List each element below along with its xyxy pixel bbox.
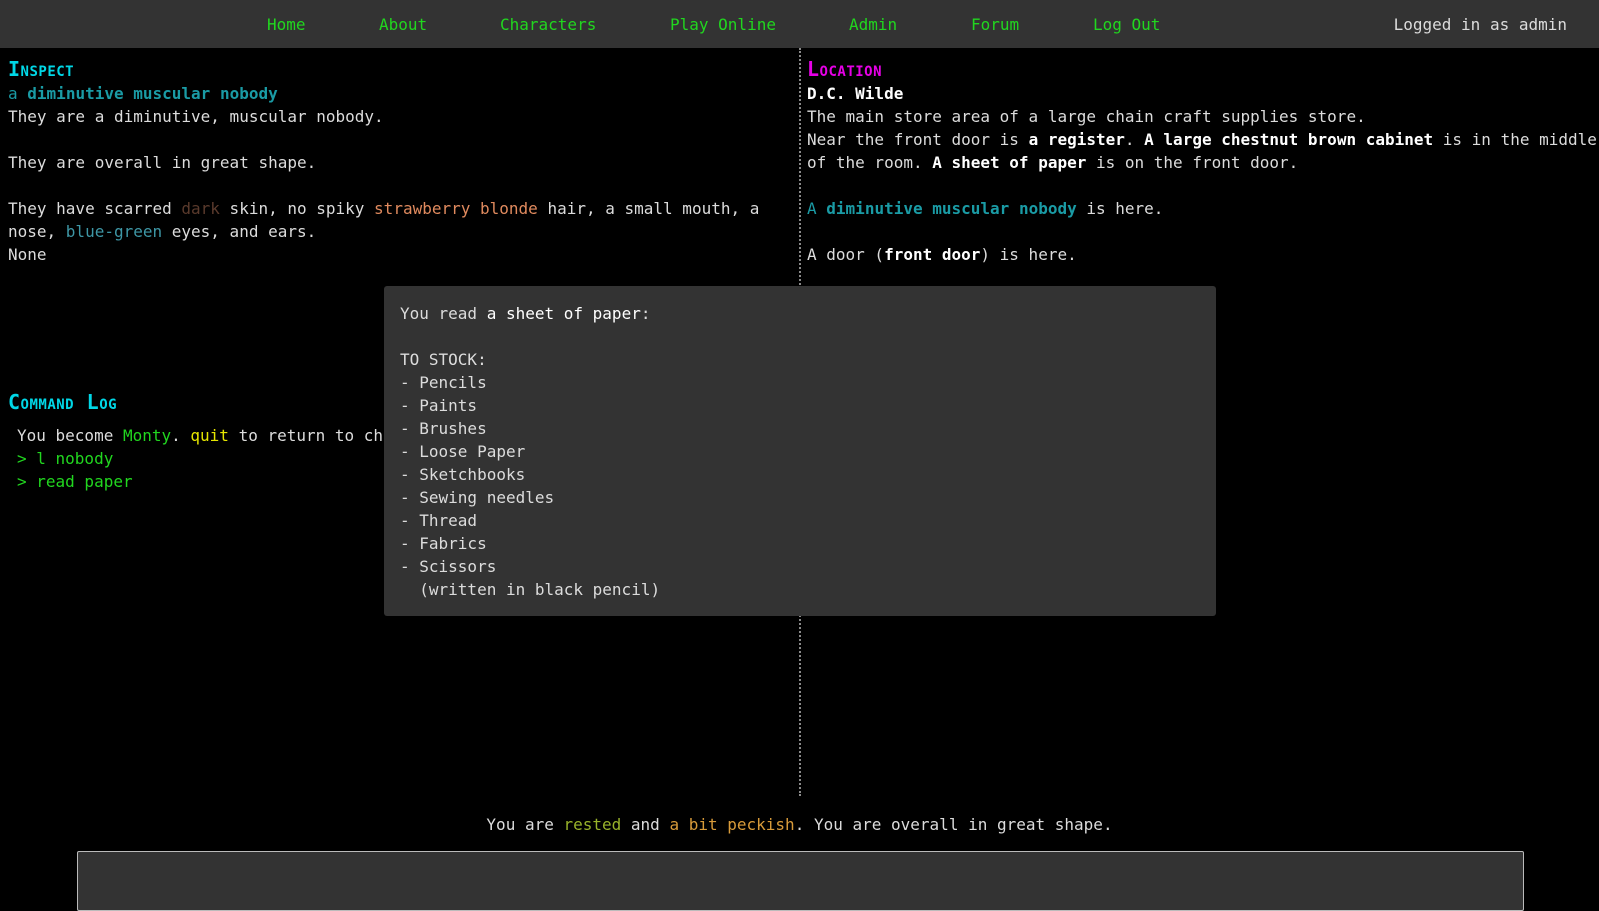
location-heading: Location [807, 57, 883, 81]
location-text: A [807, 199, 817, 218]
nav-forum-link[interactable]: Forum [971, 13, 1019, 36]
popup-object-name: a sheet of paper [486, 304, 641, 323]
location-text: . [1124, 130, 1145, 149]
popup-line: - Brushes [400, 419, 487, 438]
inspect-none-text: None [8, 245, 47, 264]
command-log: You become Monty. quit to return to ch >… [17, 424, 387, 493]
inspect-article: a [8, 84, 18, 103]
status-line: You are rested and a bit peckish. You ar… [0, 813, 1599, 836]
inspect-appearance-text: skin, no spiky [219, 199, 375, 218]
location-text: of the room. [807, 153, 933, 172]
location-panel: D.C. Wilde The main store area of a larg… [807, 82, 1597, 266]
inspect-character-name: diminutive muscular nobody [27, 84, 278, 103]
front-door-exit: front door [884, 245, 981, 264]
location-text: Near the front door is [807, 130, 1029, 149]
cabinet-object: A large chestnut brown cabinet [1144, 130, 1434, 149]
log-text: You become [17, 426, 123, 445]
popup-line: - Sketchbooks [400, 465, 526, 484]
inspect-appearance-text: They have scarred [8, 199, 182, 218]
popup-line: - Scissors [400, 557, 497, 576]
nav-characters-link[interactable]: Characters [500, 13, 596, 36]
nav-home-link[interactable]: Home [267, 13, 306, 36]
skin-color-dark: dark [181, 199, 220, 218]
log-text: to return to ch [228, 426, 384, 445]
location-text: is on the front door. [1086, 153, 1299, 172]
status-peckish: a bit peckish [669, 815, 795, 834]
location-text: is in the middle [1433, 130, 1597, 149]
command-log-heading: Command Log [8, 390, 118, 414]
popup-line: - Thread [400, 511, 478, 530]
status-text: . You are overall in great shape. [794, 815, 1113, 834]
inspect-shape-line: They are overall in great shape. [8, 153, 317, 172]
paper-object: A sheet of paper [932, 153, 1087, 172]
nav-admin-link[interactable]: Admin [849, 13, 897, 36]
status-text: You are [486, 815, 564, 834]
register-object: a register [1028, 130, 1125, 149]
location-text: ) is here. [980, 245, 1077, 264]
popup-intro: You read [400, 304, 487, 323]
top-nav-bar: Home About Characters Play Online Admin … [0, 0, 1599, 48]
log-text: . [171, 426, 191, 445]
popup-line: - Fabrics [400, 534, 487, 553]
log-command: > read paper [17, 472, 133, 491]
nobody-character: diminutive muscular nobody [826, 199, 1077, 218]
inspect-desc-line: They are a diminutive, muscular nobody. [8, 107, 384, 126]
status-text: and [621, 815, 670, 834]
location-desc: The main store area of a large chain cra… [807, 107, 1366, 126]
inspect-appearance-text: hair, a small mouth, a [537, 199, 760, 218]
hair-color-strawberry-blonde: strawberry blonde [374, 199, 538, 218]
popup-line: - Pencils [400, 373, 487, 392]
eye-color-blue-green: blue-green [65, 222, 163, 241]
popup-line: - Paints [400, 396, 478, 415]
logged-in-status: Logged in as admin [1393, 15, 1567, 34]
popup-intro: : [640, 304, 651, 323]
location-text: is here. [1076, 199, 1164, 218]
nav-log-out-link[interactable]: Log Out [1093, 13, 1160, 36]
status-rested: rested [563, 815, 622, 834]
popup-line: - Loose Paper [400, 442, 526, 461]
inspect-panel: a diminutive muscular nobody They are a … [8, 82, 788, 266]
location-name: D.C. Wilde [807, 84, 904, 103]
log-command: > l nobody [17, 449, 114, 468]
popup-content: You read a sheet of paper: TO STOCK: - P… [400, 302, 1200, 601]
nav-about-link[interactable]: About [379, 13, 427, 36]
command-input[interactable] [77, 851, 1524, 911]
nav-play-online-link[interactable]: Play Online [670, 13, 776, 36]
popup-line: - Sewing needles [400, 488, 555, 507]
inspect-appearance-text: eyes, and ears. [162, 222, 317, 241]
popup-line: TO STOCK: [400, 350, 487, 369]
character-name-monty: Monty [122, 426, 172, 445]
inspect-appearance-text: nose, [8, 222, 66, 241]
inspect-heading: Inspect [8, 57, 75, 81]
quit-command: quit [190, 426, 229, 445]
popup-line: (written in black pencil) [400, 580, 661, 599]
read-popup: You read a sheet of paper: TO STOCK: - P… [384, 286, 1216, 616]
location-text: A door ( [807, 245, 885, 264]
